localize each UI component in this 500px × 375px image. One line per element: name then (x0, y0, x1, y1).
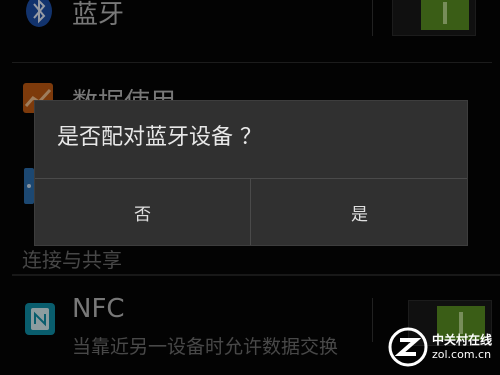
button-divider (250, 179, 251, 245)
watermark-url: zol.com.cn (432, 348, 492, 361)
dialog-title: 是否配对蓝牙设备 ？ (57, 125, 262, 150)
watermark: 中关村在线 zol.com.cn (388, 327, 492, 367)
watermark-cn: 中关村在线 (432, 333, 493, 347)
pair-bluetooth-dialog: 是否配对蓝牙设备 ？ 否 是 (34, 100, 468, 246)
zol-logo-icon (388, 327, 428, 371)
no-button[interactable]: 否 (35, 179, 250, 245)
yes-button[interactable]: 是 (252, 179, 467, 245)
